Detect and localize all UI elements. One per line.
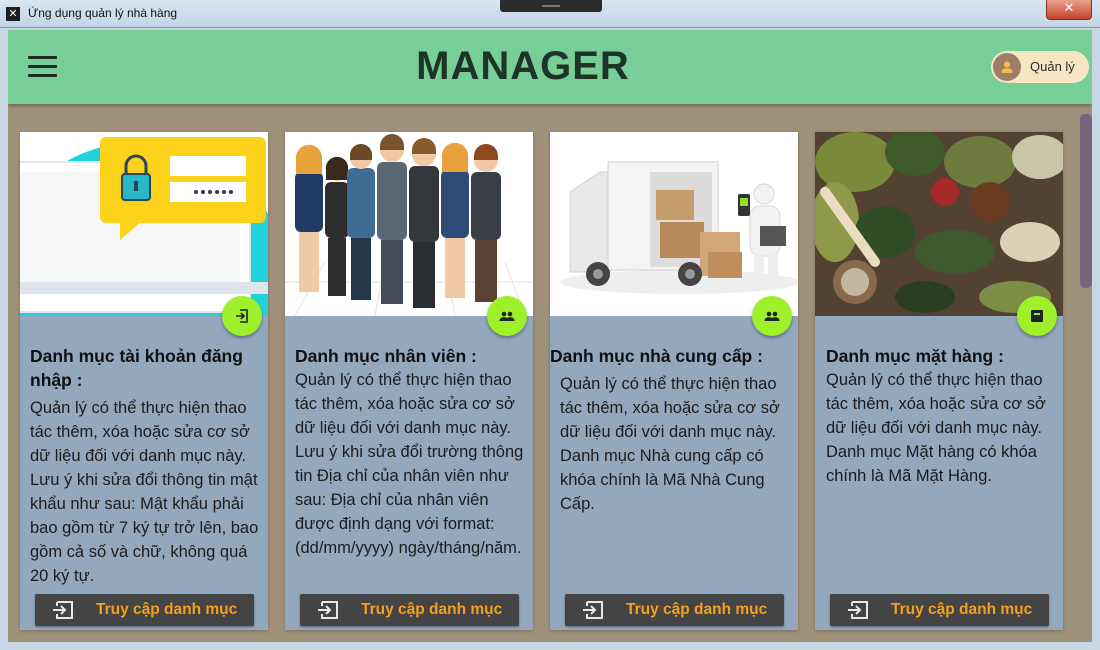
- window-title: Ứng dụng quản lý nhà hàng: [28, 6, 178, 20]
- login-fab-button[interactable]: [222, 296, 262, 336]
- delivery-truck-photo: [550, 132, 798, 316]
- titlebar-grip[interactable]: [500, 0, 602, 12]
- card-title: Danh mục nhân viên :: [295, 346, 477, 366]
- access-category-button[interactable]: Truy cập danh mục: [565, 594, 784, 626]
- card-description: Quản lý có thể thực hiện thao tác thêm, …: [560, 375, 780, 513]
- app-header: MANAGER Quản lý: [8, 30, 1092, 104]
- card-suppliers: Danh mục nhà cung cấp : Quản lý có thể t…: [550, 132, 798, 630]
- card-description: Quản lý có thể thực hiện thao tác thêm, …: [295, 371, 524, 557]
- login-icon: [236, 309, 248, 323]
- button-label: Truy cập danh mục: [96, 601, 238, 618]
- people-icon: [499, 311, 515, 321]
- people-icon: [764, 311, 780, 321]
- card-products: Danh mục mặt hàng : Quản lý có thể thực …: [815, 132, 1063, 630]
- box-icon: [1031, 310, 1043, 322]
- staff-illustration: [285, 132, 533, 316]
- access-category-button[interactable]: Truy cập danh mục: [300, 594, 519, 626]
- button-label: Truy cập danh mục: [626, 601, 768, 618]
- app-icon: ✕: [6, 7, 20, 21]
- app-client-area: MANAGER Quản lý Danh mục tài khoản đăng …: [8, 30, 1092, 642]
- window-titlebar: ✕ Ứng dụng quản lý nhà hàng ✕: [0, 0, 1100, 28]
- window-frame: MANAGER Quản lý Danh mục tài khoản đăng …: [0, 28, 1100, 650]
- card-title: Danh mục nhà cung cấp :: [550, 346, 763, 366]
- card-description: Quản lý có thể thực hiện thao tác thêm, …: [826, 371, 1046, 485]
- button-label: Truy cập danh mục: [361, 601, 503, 618]
- avatar-icon: [993, 53, 1021, 81]
- card-login-accounts: Danh mục tài khoản đăng nhập : Quản lý c…: [20, 132, 268, 630]
- enter-icon: [848, 601, 868, 619]
- enter-icon: [318, 601, 338, 619]
- access-category-button[interactable]: Truy cập danh mục: [830, 594, 1049, 626]
- card-title: Danh mục mặt hàng :: [826, 346, 1004, 366]
- products-fab-button[interactable]: [1017, 296, 1057, 336]
- card-description: Quản lý có thể thực hiện thao tác thêm, …: [30, 399, 259, 585]
- login-illustration: [20, 132, 268, 316]
- close-window-button[interactable]: ✕: [1046, 0, 1092, 20]
- user-chip[interactable]: Quản lý: [991, 51, 1089, 83]
- enter-icon: [53, 601, 73, 619]
- suppliers-fab-button[interactable]: [752, 296, 792, 336]
- enter-icon: [583, 601, 603, 619]
- page-title: MANAGER: [416, 44, 630, 88]
- user-name: Quản lý: [1030, 59, 1075, 74]
- employees-fab-button[interactable]: [487, 296, 527, 336]
- vegetables-photo: [815, 132, 1063, 316]
- button-label: Truy cập danh mục: [891, 601, 1033, 618]
- access-category-button[interactable]: Truy cập danh mục: [35, 594, 254, 626]
- vertical-scrollbar[interactable]: [1080, 114, 1092, 288]
- card-employees: Danh mục nhân viên : Quản lý có thể thực…: [285, 132, 533, 630]
- card-title: Danh mục tài khoản đăng nhập :: [30, 346, 243, 390]
